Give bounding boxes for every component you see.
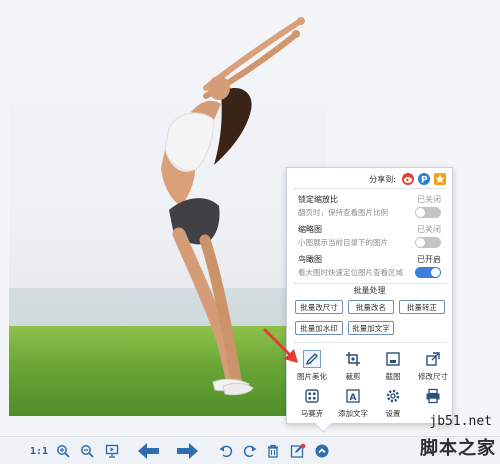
batch-rename-button[interactable]: 批量改名 [348, 300, 394, 314]
rotate-left-icon[interactable] [217, 441, 235, 461]
zoom-in-icon[interactable] [54, 441, 72, 461]
actual-size-label: 1:1 [29, 445, 49, 457]
next-arrow-icon[interactable] [175, 441, 199, 461]
tool-mosaic[interactable]: 马赛克 [292, 387, 332, 421]
setting-birdseye-desc-row: 看大图时快速定位图片查看区域 [298, 266, 441, 278]
watermark-url: jb51.net [429, 414, 492, 429]
tool-crop[interactable]: 裁剪 [333, 350, 373, 384]
thumbnail-toggle[interactable] [415, 236, 441, 248]
crop-icon [344, 350, 362, 368]
toggle-knob [416, 237, 425, 247]
setting-title: 锁定缩放比 [298, 194, 338, 204]
resize-icon [424, 350, 442, 368]
tool-resize[interactable]: 修改尺寸 [413, 350, 453, 384]
tool-label: 添加文字 [338, 409, 368, 418]
setting-desc: 看大图时快速定位图片查看区域 [298, 267, 403, 277]
divider [293, 283, 446, 284]
batch-section-title: 批量处理 [353, 286, 386, 295]
more-tools-panel: 分享到: P 锁定缩放比 已关闭 翻页时，保持查看图片比例 缩略图 已关闭 小图… [286, 167, 453, 424]
rotate-right-icon[interactable] [241, 441, 259, 461]
batch-watermark-button[interactable]: 批量加水印 [295, 321, 343, 335]
setting-desc: 翻页时，保持查看图片比例 [298, 207, 388, 217]
slideshow-icon[interactable] [103, 441, 121, 461]
setting-title: 鸟瞰图 [298, 254, 322, 264]
batch-resize-button[interactable]: 批量改尺寸 [295, 300, 343, 314]
share-row: 分享到: P [369, 171, 446, 187]
birdseye-toggle[interactable] [415, 266, 441, 278]
setting-thumbnail-row: 缩略图 已关闭 [298, 223, 441, 235]
weibo-icon[interactable] [402, 173, 414, 185]
mosaic-icon [303, 387, 321, 405]
tool-label: 裁剪 [345, 372, 361, 381]
setting-status: 已开启 [417, 254, 441, 264]
watermark-name: 脚本之家 [420, 438, 496, 459]
printer-icon [424, 387, 442, 405]
previous-arrow-icon[interactable] [137, 441, 161, 461]
pencil-icon [303, 350, 321, 368]
lock-zoom-toggle[interactable] [415, 206, 441, 218]
setting-status: 已关闭 [417, 224, 441, 234]
divider [293, 342, 446, 343]
svg-text:A: A [350, 393, 357, 403]
divider [293, 188, 446, 189]
setting-status: 已关闭 [417, 194, 441, 204]
setting-birdseye-row: 鸟瞰图 已开启 [298, 253, 441, 265]
qzone-icon[interactable]: P [418, 173, 430, 185]
tool-screenshot[interactable]: 截图 [373, 350, 413, 384]
svg-text:P: P [421, 176, 428, 185]
setting-lock-zoom-row: 锁定缩放比 已关闭 [298, 193, 441, 205]
setting-desc: 小图展示当前目录下的图片 [298, 237, 388, 247]
setting-thumbnail-desc-row: 小图展示当前目录下的图片 [298, 236, 441, 248]
tool-label: 马赛克 [300, 409, 324, 418]
screenshot-icon [384, 350, 402, 368]
toggle-knob [416, 207, 425, 217]
actual-size-button[interactable]: 1:1 [29, 441, 49, 461]
tool-label: 截图 [385, 372, 401, 381]
toggle-knob [431, 267, 440, 277]
share-label: 分享到: [369, 174, 396, 184]
batch-straighten-button[interactable]: 批量转正 [399, 300, 445, 314]
tool-label: 图片美化 [297, 372, 327, 381]
favorite-star-icon[interactable] [434, 173, 446, 185]
batch-add-text-button[interactable]: 批量加文字 [348, 321, 394, 335]
more-up-icon[interactable] [313, 441, 331, 461]
setting-title: 缩略图 [298, 224, 322, 234]
add-text-icon: A [344, 387, 362, 405]
tool-label: 修改尺寸 [418, 372, 448, 381]
tool-add-text[interactable]: A 添加文字 [333, 387, 373, 421]
edit-icon[interactable] [289, 441, 307, 461]
delete-icon[interactable] [264, 441, 282, 461]
red-pointer-arrow [263, 328, 298, 363]
site-watermark: jb51.net 脚本之家 [390, 412, 500, 464]
setting-lock-zoom-desc-row: 翻页时，保持查看图片比例 [298, 206, 441, 218]
zoom-out-icon[interactable] [78, 441, 96, 461]
gear-icon [384, 387, 402, 405]
